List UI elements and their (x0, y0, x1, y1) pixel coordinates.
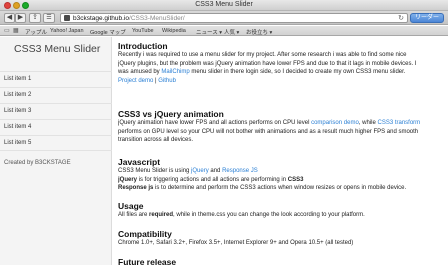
project-links: Project demo | Github (118, 77, 417, 86)
introduction-line-2: jQuery plugins, but the problem was jQue… (118, 60, 417, 67)
bookmark-useful-folder[interactable]: お役立ち ▾ (246, 28, 272, 36)
response-js-bold: Response js (118, 185, 154, 191)
css3-vs-jquery-section: CSS3 vs jQuery animation jQuery animatio… (118, 105, 420, 145)
introduction-section: Introduction Recently i was required to … (118, 37, 417, 85)
bookmark-yahoo-japan[interactable]: Yahoo! Japan (50, 28, 84, 34)
javascript-line-3: Response js is to determine and perform … (118, 184, 406, 193)
sidebar-title: CSS3 Menu Slider (14, 43, 101, 55)
browser-toolbar: ◀ ▶ ⇪ ☰ b3ckstage.github.io/CSS3-MenuSli… (0, 11, 448, 25)
url-host: b3ckstage.github.io (73, 15, 130, 22)
introduction-heading: Introduction (118, 41, 168, 51)
required-bold: required (149, 212, 174, 218)
bookmark-wikipedia[interactable]: Wikipedia (162, 28, 186, 34)
css3-text-mid: , while (358, 120, 378, 126)
intro-text-post: menu slider in there login side, so I de… (189, 69, 406, 75)
created-by-credit: Created by B3CKSTAGE (4, 160, 71, 166)
forward-button[interactable]: ▶ (15, 13, 26, 23)
window-title-bar: CSS3 Menu Slider (0, 0, 448, 11)
usage-text-post: , while in theme.css you can change the … (173, 212, 365, 218)
reader-button[interactable]: リーダー (410, 13, 444, 23)
javascript-line-2: jQuery is for triggering actions and all… (118, 176, 406, 185)
url-text: b3ckstage.github.io/CSS3-MenuSlider/ (73, 15, 185, 22)
sidebar-item-5[interactable]: List item 5 (0, 135, 112, 151)
sidebar-item-3[interactable]: List item 3 (0, 103, 112, 119)
future-release-section: Future release (118, 253, 176, 265)
menu-sidebar: CSS3 Menu Slider List item 1 List item 2… (0, 37, 112, 265)
usage-text-pre: All files are (118, 212, 150, 218)
css3-text-pre: jQuery animation have lower FPS and all … (118, 120, 312, 126)
javascript-line-1: CSS3 Menu Slider is using jQuery and Res… (118, 167, 406, 176)
sidebar-item-1[interactable]: List item 1 (0, 71, 112, 87)
window-title: CSS3 Menu Slider (195, 1, 253, 8)
back-button[interactable]: ◀ (4, 13, 15, 23)
bookmarks-button[interactable]: ☰ (43, 13, 55, 23)
javascript-section: Javascript CSS3 Menu Slider is using jQu… (118, 153, 406, 193)
compatibility-line-1: Chrome 1.0+, Safari 3.2+, Firefox 3.5+, … (118, 240, 354, 246)
reload-icon[interactable]: ↻ (398, 14, 404, 22)
usage-heading: Usage (118, 201, 144, 211)
bookmark-google-maps[interactable]: Google マップ (90, 28, 126, 36)
js-line3-text: is to determine and perform the CSS3 act… (153, 185, 407, 191)
compatibility-section: Compatibility Chrome 1.0+, Safari 3.2+, … (118, 225, 353, 248)
reading-list-icon[interactable]: ▭ (4, 27, 10, 34)
main-content: Introduction Recently i was required to … (118, 37, 440, 265)
css3-bold: CSS3 (287, 176, 304, 183)
bookmarks-bar: ▭ ▦ アップル Yahoo! Japan Google マップ YouTube… (0, 26, 448, 36)
project-demo-link[interactable]: Project demo (118, 78, 153, 84)
usage-line-1: All files are required, while in theme.c… (118, 211, 365, 220)
css3-transform-link[interactable]: CSS3 transform (377, 120, 420, 126)
address-bar[interactable]: b3ckstage.github.io/CSS3-MenuSlider/ ↻ (60, 13, 408, 23)
js-line2-text: is for triggering actions and all action… (137, 176, 288, 183)
response-js-link[interactable]: Response JS (222, 168, 258, 174)
bookmark-popular-folder[interactable]: 人気 ▾ (224, 28, 239, 36)
url-path: /CSS3-MenuSlider/ (129, 15, 185, 22)
bookmark-youtube[interactable]: YouTube (132, 28, 154, 34)
bookmark-news-folder[interactable]: ニュース ▾ (196, 28, 222, 36)
introduction-line-1: Recently i was required to use a menu sl… (118, 52, 407, 58)
jquery-link[interactable]: jQuery (191, 168, 209, 174)
css3-vs-jquery-heading: CSS3 vs jQuery animation (118, 109, 224, 119)
sidebar-list: List item 1 List item 2 List item 3 List… (0, 71, 112, 151)
sidebar-item-2[interactable]: List item 2 (0, 87, 112, 103)
comparison-demo-link[interactable]: comparison demo (311, 120, 359, 126)
css3-vs-jquery-line-3: transition across all devices. (118, 137, 194, 143)
css3-vs-jquery-line-2: performs on GPU level so your CPU will n… (118, 128, 419, 135)
top-sites-icon[interactable]: ▦ (13, 27, 19, 34)
jquery-bold: jQuery (118, 176, 138, 183)
intro-text-pre: was amused by (118, 69, 162, 75)
javascript-heading: Javascript (118, 157, 161, 167)
css3-vs-jquery-line-1: jQuery animation have lower FPS and all … (118, 119, 420, 128)
mailchimp-link[interactable]: MailChimp (161, 69, 189, 75)
compatibility-heading: Compatibility (118, 229, 172, 239)
bookmark-apple[interactable]: アップル (25, 28, 47, 36)
github-link[interactable]: Github (158, 78, 176, 84)
site-favicon-icon (64, 15, 70, 21)
sidebar-item-4[interactable]: List item 4 (0, 119, 112, 135)
usage-section: Usage All files are required, while in t… (118, 197, 365, 220)
introduction-line-3: was amused by MailChimp menu slider in t… (118, 68, 417, 77)
js-text-mid: and (208, 168, 223, 174)
js-text-pre: CSS3 Menu Slider is using (118, 168, 192, 174)
share-button[interactable]: ⇪ (29, 13, 41, 23)
future-release-heading: Future release (118, 257, 177, 265)
